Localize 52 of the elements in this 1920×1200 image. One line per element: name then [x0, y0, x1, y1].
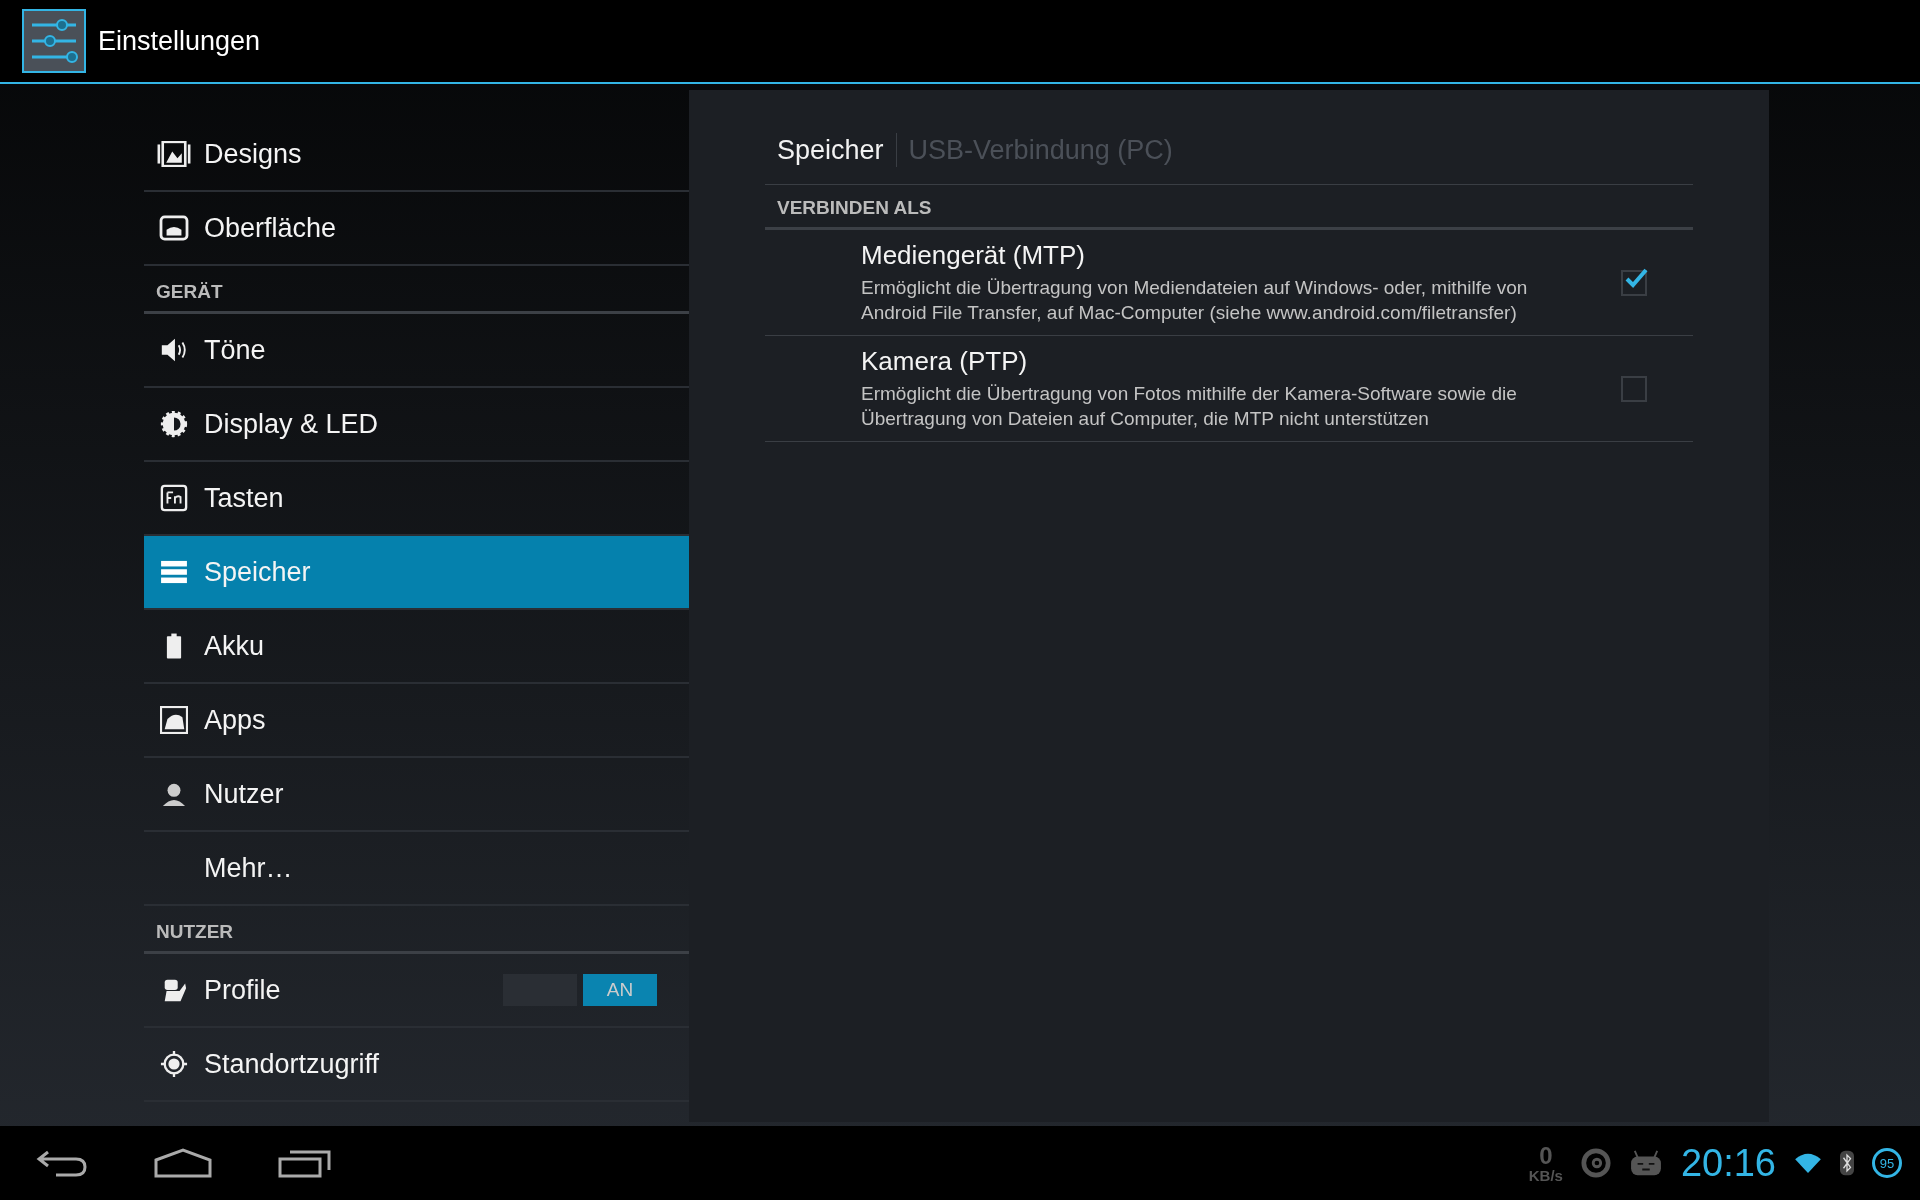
settings-item-label: Tasten — [204, 482, 285, 514]
settings-item-label: Akku — [204, 630, 266, 662]
settings-item[interactable]: Designs — [144, 118, 689, 192]
battery-icon — [166, 633, 182, 659]
option-row[interactable]: Kamera (PTP) Ermöglicht die Übertragung von Fotos mithilfe der Kamera-Software sowie die Übertragung von Dateien auf Computer, die MTP nicht unterstützen — [765, 336, 1693, 442]
network-speed: 0 — [1539, 1143, 1553, 1168]
person-icon — [162, 782, 186, 806]
settings-item[interactable]: Oberfläche — [144, 192, 689, 266]
settings-item[interactable]: Akku — [144, 610, 689, 684]
key-icon — [160, 484, 188, 512]
home-icon[interactable] — [154, 1148, 212, 1178]
settings-item[interactable]: Apps — [144, 684, 689, 758]
wifi-icon — [1794, 1152, 1822, 1174]
circle-logo-icon — [1580, 1148, 1611, 1178]
checkbox[interactable] — [1621, 375, 1647, 402]
settings-item-label: Standortzugriff — [204, 1048, 381, 1080]
option-description: Ermöglicht die Übertragung von Fotos mithilfe der Kamera-Software sowie die Übertragung von Dateien auf Computer, die MTP nicht unterstützen — [861, 382, 1518, 431]
back-icon[interactable] — [36, 1148, 88, 1178]
settings-sliders-icon[interactable] — [22, 9, 86, 73]
section-header: NUTZER — [144, 906, 689, 954]
breadcrumb[interactable]: Speicher — [777, 134, 884, 166]
settings-item-label: Oberfläche — [204, 212, 338, 244]
robot-head-icon — [1628, 1149, 1663, 1177]
recent-apps-icon[interactable] — [278, 1148, 332, 1178]
settings-item[interactable]: Profile AN — [144, 954, 689, 1028]
option-row[interactable]: Mediengerät (MTP) Ermöglicht die Übertragung von Mediendateien auf Windows- oder, mithilfe von Android File Transfer, auf Mac-Computer (siehe www.android.com/filetransfer) — [765, 230, 1693, 336]
app-title: Einstellungen — [98, 25, 261, 57]
speed-unit: KB/s — [1528, 1167, 1563, 1183]
settings-item[interactable]: Speicher — [144, 536, 689, 610]
settings-item-label: Designs — [204, 138, 303, 170]
settings-item-label: Apps — [204, 704, 267, 736]
location-icon — [160, 1050, 188, 1078]
settings-item[interactable]: Standortzugriff — [144, 1028, 689, 1102]
sun-icon — [159, 409, 189, 439]
settings-item-label: Nutzer — [204, 778, 285, 810]
checkbox[interactable] — [1621, 269, 1647, 296]
settings-item-label: Profile — [204, 974, 282, 1006]
bluetooth-icon — [1840, 1150, 1854, 1176]
storage-icon — [160, 560, 188, 584]
settings-item-label: Display & LED — [204, 408, 380, 440]
settings-item-label: Speicher — [204, 556, 312, 588]
section-header: VERBINDEN ALS — [765, 193, 1693, 230]
option-title: Mediengerät (MTP) — [861, 240, 1086, 271]
clock: 20:16 — [1680, 1141, 1776, 1185]
settings-item-label: Töne — [204, 334, 267, 366]
settings-item[interactable]: Display & LED — [144, 388, 689, 462]
battery-level: 95 — [1872, 1148, 1902, 1178]
picture-frame-icon — [156, 141, 192, 167]
settings-item-label: Mehr… — [204, 852, 294, 884]
option-title: Kamera (PTP) — [861, 346, 1029, 377]
section-header: GERÄT — [144, 266, 689, 314]
option-description: Ermöglicht die Übertragung von Mediendateien auf Windows- oder, mithilfe von Android File Transfer, auf Mac-Computer (siehe www.android.com/filetransfer) — [861, 276, 1529, 325]
